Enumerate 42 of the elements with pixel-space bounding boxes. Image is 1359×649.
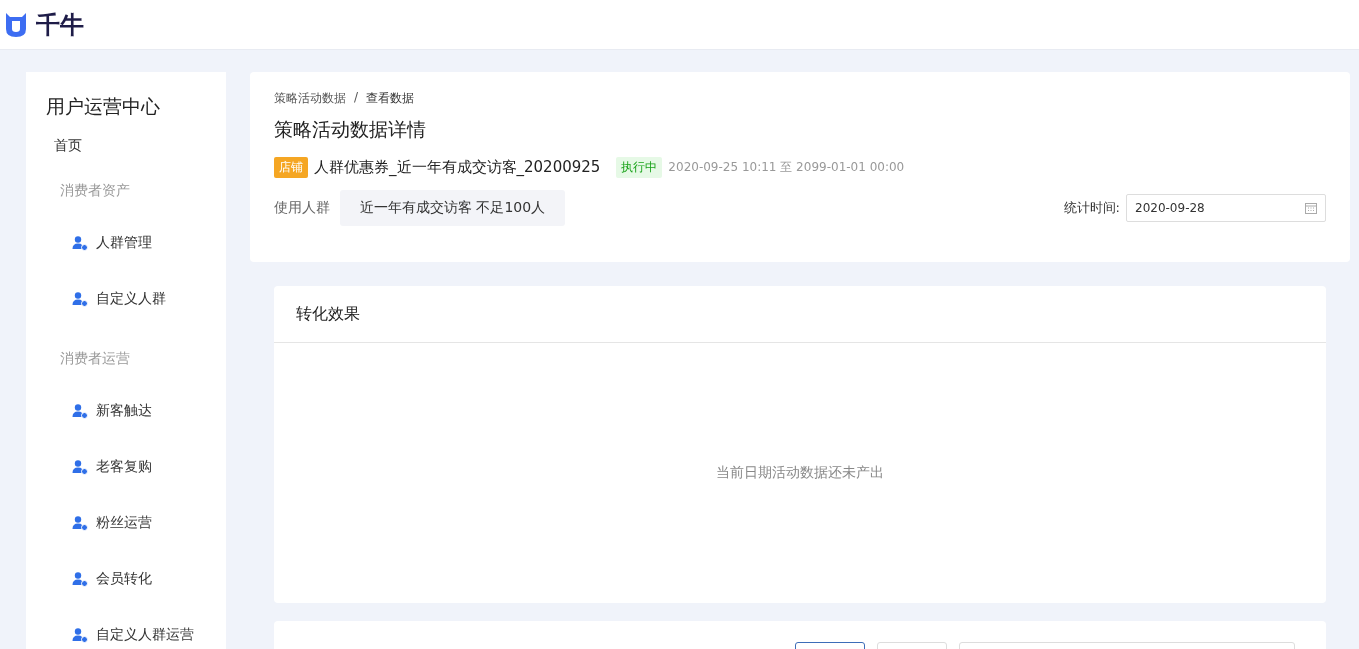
stat-time-label: 统计时间: bbox=[1063, 199, 1120, 217]
user-icon bbox=[72, 291, 88, 307]
status-tag: 执行中 bbox=[616, 157, 663, 178]
sidebar-item-label: 新客触达 bbox=[96, 402, 152, 420]
sidebar-item[interactable]: 自定义人群运营 bbox=[26, 608, 226, 649]
breadcrumb-item[interactable]: 策略活动数据 bbox=[274, 90, 346, 107]
date-field[interactable]: 2020-09-28 bbox=[1126, 194, 1326, 222]
empty-message: 当前日期活动数据还未产出 bbox=[716, 464, 884, 482]
user-icon bbox=[72, 403, 88, 419]
sidebar-item[interactable]: 粉丝运营 bbox=[26, 496, 226, 550]
sidebar-item-label: 自定义人群运营 bbox=[96, 626, 194, 644]
shop-tag: 店铺 bbox=[274, 157, 308, 178]
activity-name: 人群优惠券_近一年有成交访客_20200925 bbox=[314, 158, 601, 177]
audience-value: 近一年有成交访客 不足100人 bbox=[340, 190, 566, 226]
sidebar-item[interactable]: 人群管理 bbox=[26, 216, 226, 270]
user-icon bbox=[72, 571, 88, 587]
sidebar-item-label: 老客复购 bbox=[96, 458, 152, 476]
sidebar-title: 用户运营中心 bbox=[45, 94, 161, 119]
user-icon bbox=[72, 459, 88, 475]
logo-text: 千牛 bbox=[36, 9, 84, 41]
user-icon bbox=[72, 235, 88, 251]
sidebar-item-label: 粉丝运营 bbox=[96, 514, 152, 532]
sidebar-item[interactable]: 首页 bbox=[26, 132, 226, 158]
audience-label: 使用人群 bbox=[274, 199, 330, 217]
page-title: 策略活动数据详情 bbox=[274, 117, 427, 142]
sidebar-item-label: 自定义人群 bbox=[96, 290, 166, 308]
breadcrumb-item[interactable]: 查看数据 bbox=[366, 90, 415, 107]
breadcrumb-separator: / bbox=[354, 90, 359, 106]
card-title: 转化效果 bbox=[274, 286, 1326, 343]
user-icon bbox=[72, 515, 88, 531]
sidebar-item[interactable]: 老客复购 bbox=[26, 440, 226, 494]
sidebar-item-label: 会员转化 bbox=[96, 570, 152, 588]
sidebar-item[interactable]: 自定义人群 bbox=[26, 272, 226, 326]
sidebar-item[interactable]: 会员转化 bbox=[26, 552, 226, 606]
sidebar-group-label: 消费者资产 bbox=[59, 181, 131, 200]
sidebar-group-label: 消费者运营 bbox=[59, 349, 131, 368]
sidebar-item[interactable]: 新客触达 bbox=[26, 384, 226, 438]
calendar-icon bbox=[1305, 202, 1317, 214]
activity-period: 2020-09-25 10:11 至 2099-01-01 00:00 bbox=[668, 159, 905, 176]
user-icon bbox=[72, 627, 88, 643]
logo-icon bbox=[4, 10, 28, 39]
sidebar-item-label: 人群管理 bbox=[96, 234, 152, 252]
